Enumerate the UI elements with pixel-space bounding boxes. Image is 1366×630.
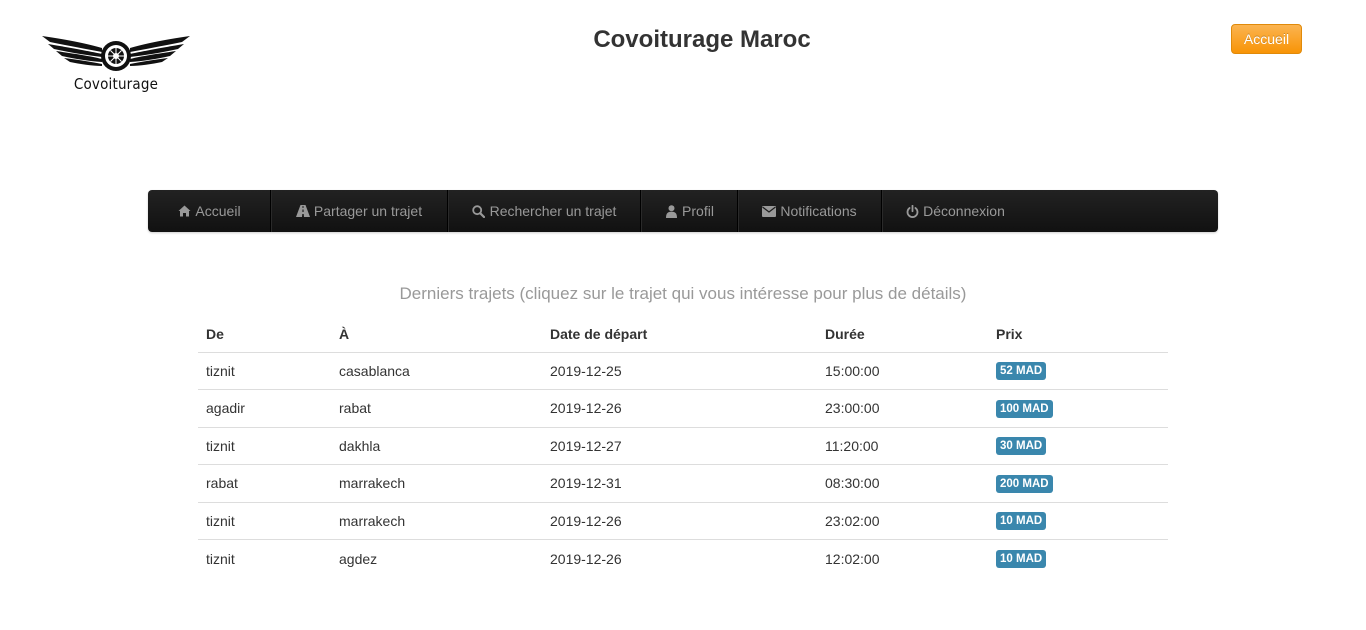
cell-price: 52 MAD <box>988 352 1168 390</box>
nav-item-accueil[interactable]: Accueil <box>148 190 271 232</box>
cell-price: 10 MAD <box>988 540 1168 578</box>
nav-item-partager-trajet[interactable]: Partager un trajet <box>271 190 448 232</box>
nav-item-deconnexion[interactable]: Déconnexion <box>882 190 1028 232</box>
column-header-price: Prix <box>988 316 1168 353</box>
cell-duration: 11:20:00 <box>817 427 988 465</box>
nav-item-label: Profil <box>682 203 714 219</box>
cell-from: tiznit <box>206 550 235 567</box>
cell-from: agadir <box>198 389 331 428</box>
cell-date: 2019-12-26 <box>550 550 622 567</box>
cell-duration: 23:02:00 <box>817 502 988 540</box>
column-header-from: De <box>198 316 331 353</box>
column-header-duration: Durée <box>817 316 988 353</box>
home-icon <box>177 204 191 218</box>
cell-to: rabat <box>331 389 542 428</box>
search-icon <box>472 204 486 218</box>
cell-date: 2019-12-27 <box>542 427 817 465</box>
price-badge: 10 MAD <box>996 550 1047 568</box>
cell-to: marrakech <box>331 502 542 540</box>
cell-price: 100 MAD <box>988 389 1168 428</box>
table-row[interactable]: tiznit casablanca 2019-12-25 15:00:00 52… <box>198 352 1168 390</box>
table-row[interactable]: tiznit dakhla 2019-12-27 11:20:00 30 MAD <box>198 427 1168 465</box>
cell-from: rabat <box>198 464 331 503</box>
accueil-button[interactable]: Accueil <box>1231 24 1302 54</box>
column-header-to: À <box>331 316 542 353</box>
cell-to: agdez <box>339 550 378 567</box>
table-row[interactable]: tiznit agdez 2019-12-26 12:02:00 10 MAD <box>198 540 1168 578</box>
cell-date: 2019-12-26 <box>542 502 817 540</box>
cell-from: tiznit <box>198 502 331 540</box>
cell-to: casablanca <box>331 352 542 390</box>
table-row[interactable]: agadir rabat 2019-12-26 23:00:00 100 MAD <box>198 389 1168 428</box>
cell-from: tiznit <box>198 427 331 465</box>
nav-item-label: Rechercher un trajet <box>489 203 617 219</box>
main-navbar: Accueil Partager un trajet Rechercher un… <box>148 190 1218 232</box>
site-title: Covoiturage Maroc <box>593 26 811 53</box>
power-icon <box>905 204 919 218</box>
page: Covoiturage Covoiturage Maroc Accueil Ac… <box>0 0 1366 630</box>
cell-from: tiznit <box>198 352 331 390</box>
cell-to: dakhla <box>331 427 542 465</box>
price-badge: 100 MAD <box>996 399 1053 418</box>
logo-text: Covoiturage <box>73 75 159 93</box>
cell-date: 2019-12-31 <box>542 464 817 503</box>
user-icon <box>664 204 678 218</box>
column-header-date: Date de départ <box>542 316 817 353</box>
cell-duration: 23:00:00 <box>817 389 988 428</box>
cell-duration: 12:02:00 <box>825 550 880 567</box>
nav-item-rechercher-trajet[interactable]: Rechercher un trajet <box>448 190 641 232</box>
cell-date: 2019-12-25 <box>542 352 817 390</box>
price-badge: 30 MAD <box>996 437 1047 456</box>
nav-item-label: Accueil <box>195 203 241 219</box>
cell-duration: 15:00:00 <box>817 352 988 390</box>
cell-price: 200 MAD <box>988 464 1168 503</box>
price-badge: 200 MAD <box>996 474 1053 493</box>
nav-item-profil[interactable]: Profil <box>641 190 738 232</box>
cell-price: 10 MAD <box>988 502 1168 540</box>
cell-duration: 08:30:00 <box>817 464 988 503</box>
cell-price: 30 MAD <box>988 427 1168 465</box>
nav-item-label: Notifications <box>780 203 857 219</box>
nav-item-notifications[interactable]: Notifications <box>738 190 882 232</box>
table-header-row: De À Date de départ Durée Prix <box>198 316 1168 353</box>
table-row[interactable]: rabat marrakech 2019-12-31 08:30:00 200 … <box>198 464 1168 503</box>
price-badge: 10 MAD <box>996 512 1047 531</box>
envelope-icon <box>762 204 777 218</box>
cell-to: marrakech <box>331 464 542 503</box>
price-badge: 52 MAD <box>996 362 1047 381</box>
road-icon <box>295 204 310 218</box>
trips-subtitle: Derniers trajets (cliquez sur le trajet … <box>399 284 967 303</box>
cell-date: 2019-12-26 <box>542 389 817 428</box>
trips-table: De À Date de départ Durée Prix tiznit ca… <box>198 316 1168 577</box>
nav-item-label: Déconnexion <box>923 203 1005 219</box>
table-row[interactable]: tiznit marrakech 2019-12-26 23:02:00 10 … <box>198 502 1168 540</box>
nav-item-label: Partager un trajet <box>313 203 423 219</box>
